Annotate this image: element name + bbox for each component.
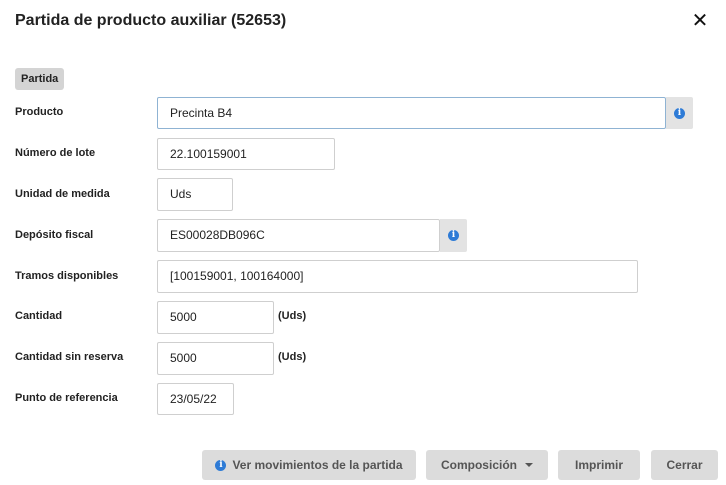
info-icon: i bbox=[215, 459, 227, 471]
caret-down-icon bbox=[525, 463, 533, 467]
cantidad-sin-reserva-label: Cantidad sin reserva bbox=[15, 351, 124, 363]
cantidad-sin-reserva-unit: (Uds) bbox=[278, 351, 307, 363]
section-tag-partida: Partida bbox=[15, 68, 65, 90]
unidad-label: Unidad de medida bbox=[15, 188, 110, 200]
cantidad-unit: (Uds) bbox=[278, 310, 307, 322]
imprimir-label: Imprimir bbox=[574, 458, 623, 472]
cantidad-field[interactable]: 5000 bbox=[157, 301, 274, 334]
deposito-label: Depósito fiscal bbox=[15, 229, 94, 241]
imprimir-button[interactable]: Imprimir bbox=[558, 450, 640, 480]
cerrar-button[interactable]: Cerrar bbox=[651, 450, 718, 480]
close-icon[interactable]: ✕ bbox=[691, 11, 709, 31]
producto-label: Producto bbox=[15, 106, 64, 118]
composicion-label: Composición bbox=[440, 458, 517, 472]
dialog-title: Partida de producto auxiliar (52653) bbox=[15, 12, 287, 29]
lote-label: Número de lote bbox=[15, 147, 96, 159]
producto-field[interactable]: Precinta B4 bbox=[157, 97, 666, 129]
cantidad-label: Cantidad bbox=[15, 310, 63, 322]
producto-info-button[interactable]: i bbox=[666, 97, 693, 129]
tramos-label: Tramos disponibles bbox=[15, 270, 119, 282]
unidad-field[interactable]: Uds bbox=[157, 178, 233, 211]
deposito-field[interactable]: ES00028DB096C bbox=[157, 219, 440, 252]
cerrar-label: Cerrar bbox=[666, 458, 703, 472]
lote-field[interactable]: 22.100159001 bbox=[157, 138, 335, 170]
tramos-field[interactable]: [100159001, 100164000] bbox=[157, 260, 638, 293]
ver-movimientos-button[interactable]: i Ver movimientos de la partida bbox=[202, 450, 416, 480]
deposito-info-button[interactable]: i bbox=[440, 219, 467, 252]
ver-movimientos-label: Ver movimientos de la partida bbox=[232, 458, 403, 472]
cantidad-sin-reserva-field[interactable]: 5000 bbox=[157, 342, 274, 375]
info-icon: i bbox=[448, 230, 459, 241]
composicion-button[interactable]: Composición bbox=[426, 450, 548, 480]
punto-referencia-field[interactable]: 23/05/22 bbox=[157, 383, 234, 415]
punto-referencia-label: Punto de referencia bbox=[15, 392, 118, 404]
info-icon: i bbox=[674, 107, 685, 119]
